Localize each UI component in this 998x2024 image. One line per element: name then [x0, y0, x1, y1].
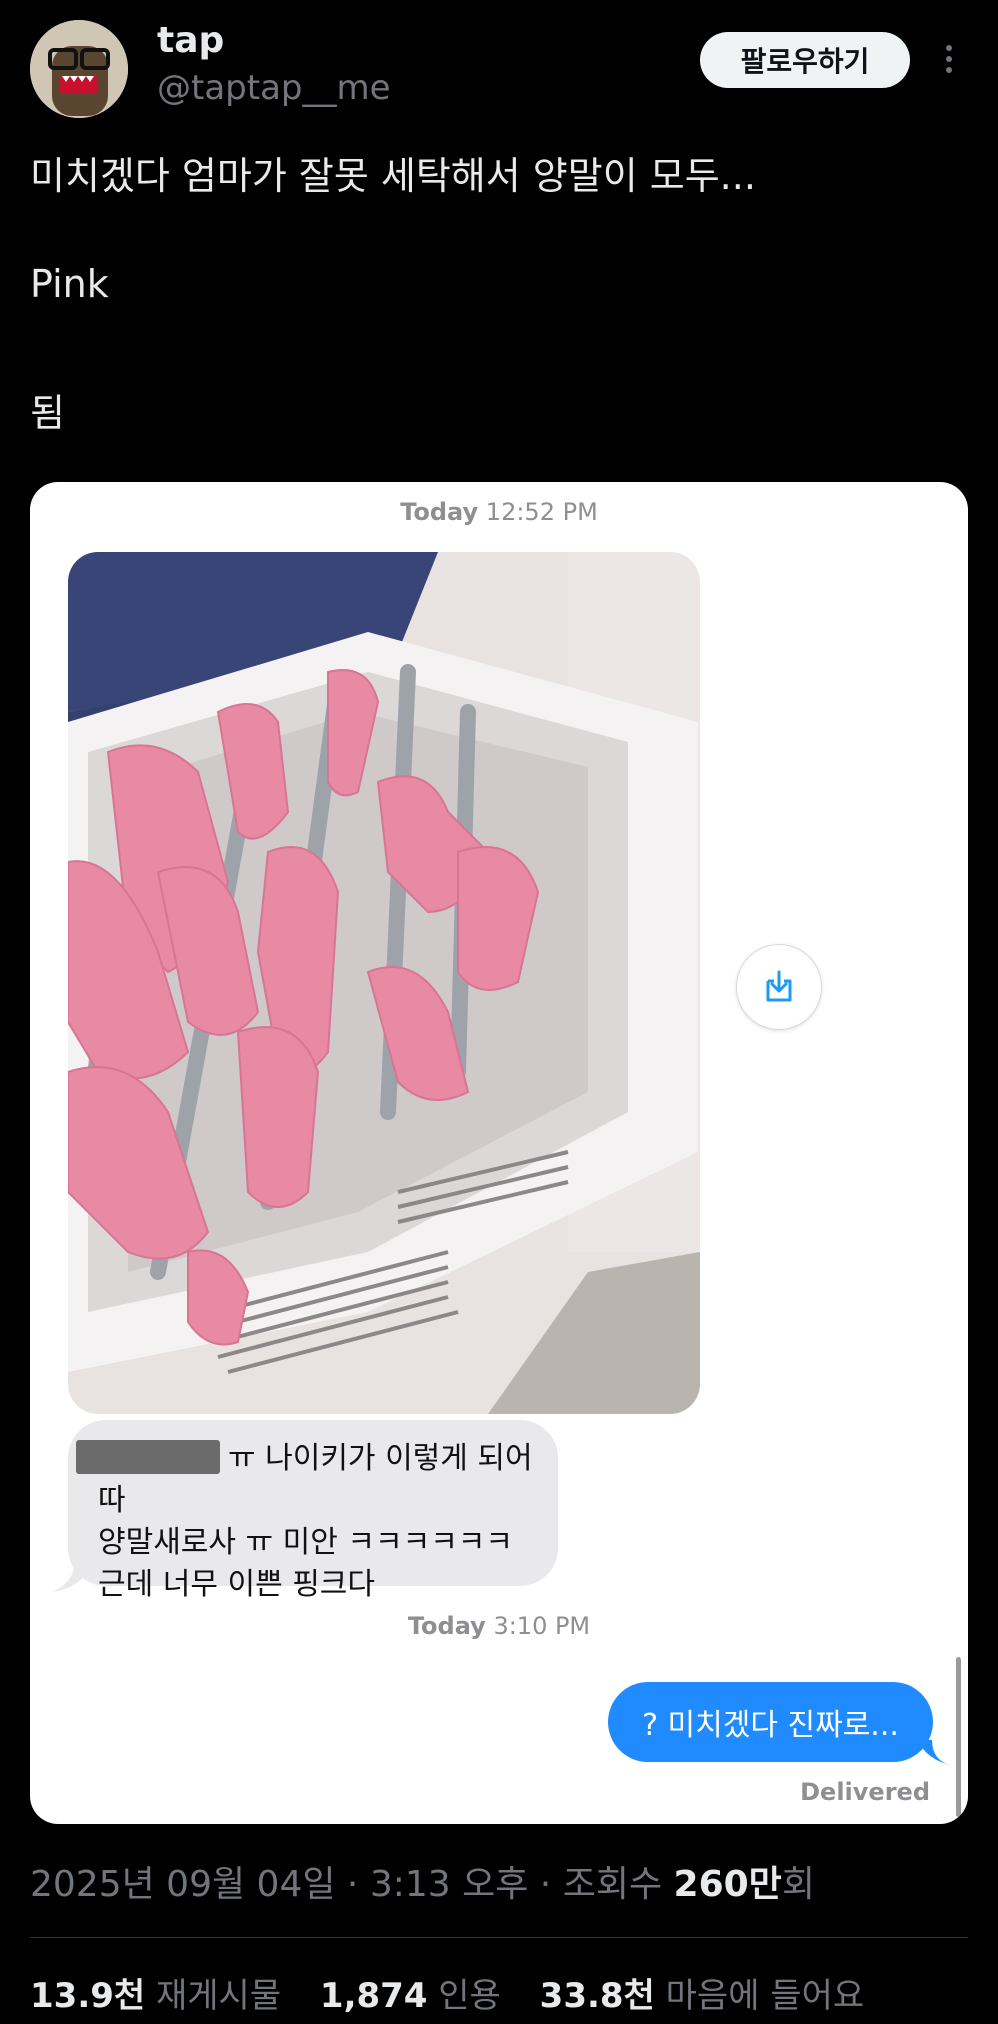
tweet-text-line1: 미치겠다 엄마가 잘못 세탁해서 양말이 모두... [30, 154, 756, 198]
more-options-icon[interactable] [938, 40, 960, 80]
tweet-text-line2: Pink [30, 262, 109, 306]
redacted-name [76, 1440, 220, 1474]
sock-photo[interactable] [68, 552, 700, 1414]
save-image-button[interactable] [736, 944, 822, 1030]
outgoing-message: ? 미치겠다 진짜로... [608, 1682, 933, 1762]
scrollbar [956, 1657, 961, 1817]
download-icon [766, 970, 792, 1002]
message-timestamp-2: Today 3:10 PM [407, 1612, 591, 1640]
engagement-stats: 13.9천 재게시물 1,874 인용 33.8천 마음에 들어요 [30, 1968, 864, 2017]
user-handle[interactable]: @taptap__me [157, 68, 391, 108]
delivered-status: Delivered [800, 1778, 930, 1806]
incoming-message: ㅠ 나이키가 이렇게 되어따 양말새로사 ㅠ 미안 ㅋㅋㅋㅋㅋㅋ 근데 너무 이… [68, 1420, 558, 1602]
attached-image[interactable]: Today 12:52 PM ㅠ 나이키가 이렇게 되어따 양말새로사 ㅠ 미안… [30, 482, 968, 1824]
divider [30, 1937, 968, 1938]
tweet-text-line3: 됨 [30, 391, 65, 435]
retweets-stat[interactable]: 13.9천 재게시물 [30, 1976, 281, 2016]
message-timestamp: Today 12:52 PM [400, 498, 598, 526]
view-count: 260만 [673, 1864, 782, 1905]
quotes-stat[interactable]: 1,874 인용 [320, 1976, 501, 2016]
post-meta: 2025년 09월 04일 · 3:13 오후 · 조회수 260만회 [30, 1864, 815, 1905]
post-date: 2025년 09월 04일 [30, 1864, 336, 1905]
likes-stat[interactable]: 33.8천 마음에 들어요 [540, 1976, 864, 2016]
post-time: 3:13 오후 [369, 1864, 529, 1905]
follow-button[interactable]: 팔로우하기 [700, 32, 910, 88]
avatar[interactable] [30, 20, 128, 118]
display-name[interactable]: tap [157, 20, 224, 61]
